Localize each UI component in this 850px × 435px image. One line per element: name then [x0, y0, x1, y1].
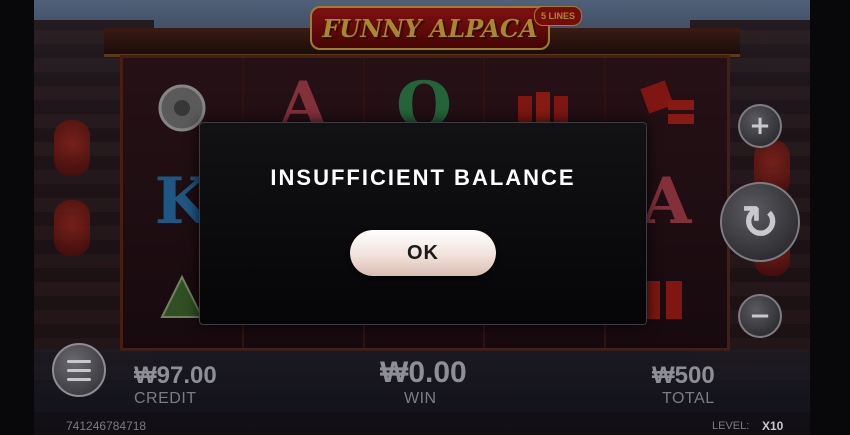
menu-button[interactable] — [52, 343, 106, 397]
round-id: 741246784718 — [66, 419, 147, 433]
dialog-message: INSUFFICIENT BALANCE — [270, 165, 576, 190]
win-value: ₩0.00 — [380, 356, 467, 389]
menu-icon-line — [67, 368, 91, 372]
win-label: WIN — [404, 390, 437, 407]
total-bet-label: TOTAL — [662, 390, 715, 407]
ok-button[interactable]: OK — [350, 230, 496, 276]
menu-icon — [67, 359, 91, 363]
spin-button[interactable]: ↻ — [720, 182, 800, 262]
credit-value: ₩97.00 — [134, 362, 217, 389]
level-label: LEVEL: — [712, 420, 750, 432]
plus-icon: + — [749, 111, 771, 141]
total-bet-value: ₩500 — [652, 362, 715, 389]
decrease-bet-button[interactable]: − — [738, 294, 782, 338]
level-value: X10 — [762, 419, 784, 433]
insufficient-balance-dialog: INSUFFICIENT BALANCE OK — [199, 122, 647, 325]
increase-bet-button[interactable]: + — [738, 104, 782, 148]
minus-icon: − — [749, 301, 771, 331]
credit-label: CREDIT — [134, 390, 197, 407]
spin-icon: ↻ — [740, 195, 780, 249]
menu-icon-line — [67, 377, 91, 381]
